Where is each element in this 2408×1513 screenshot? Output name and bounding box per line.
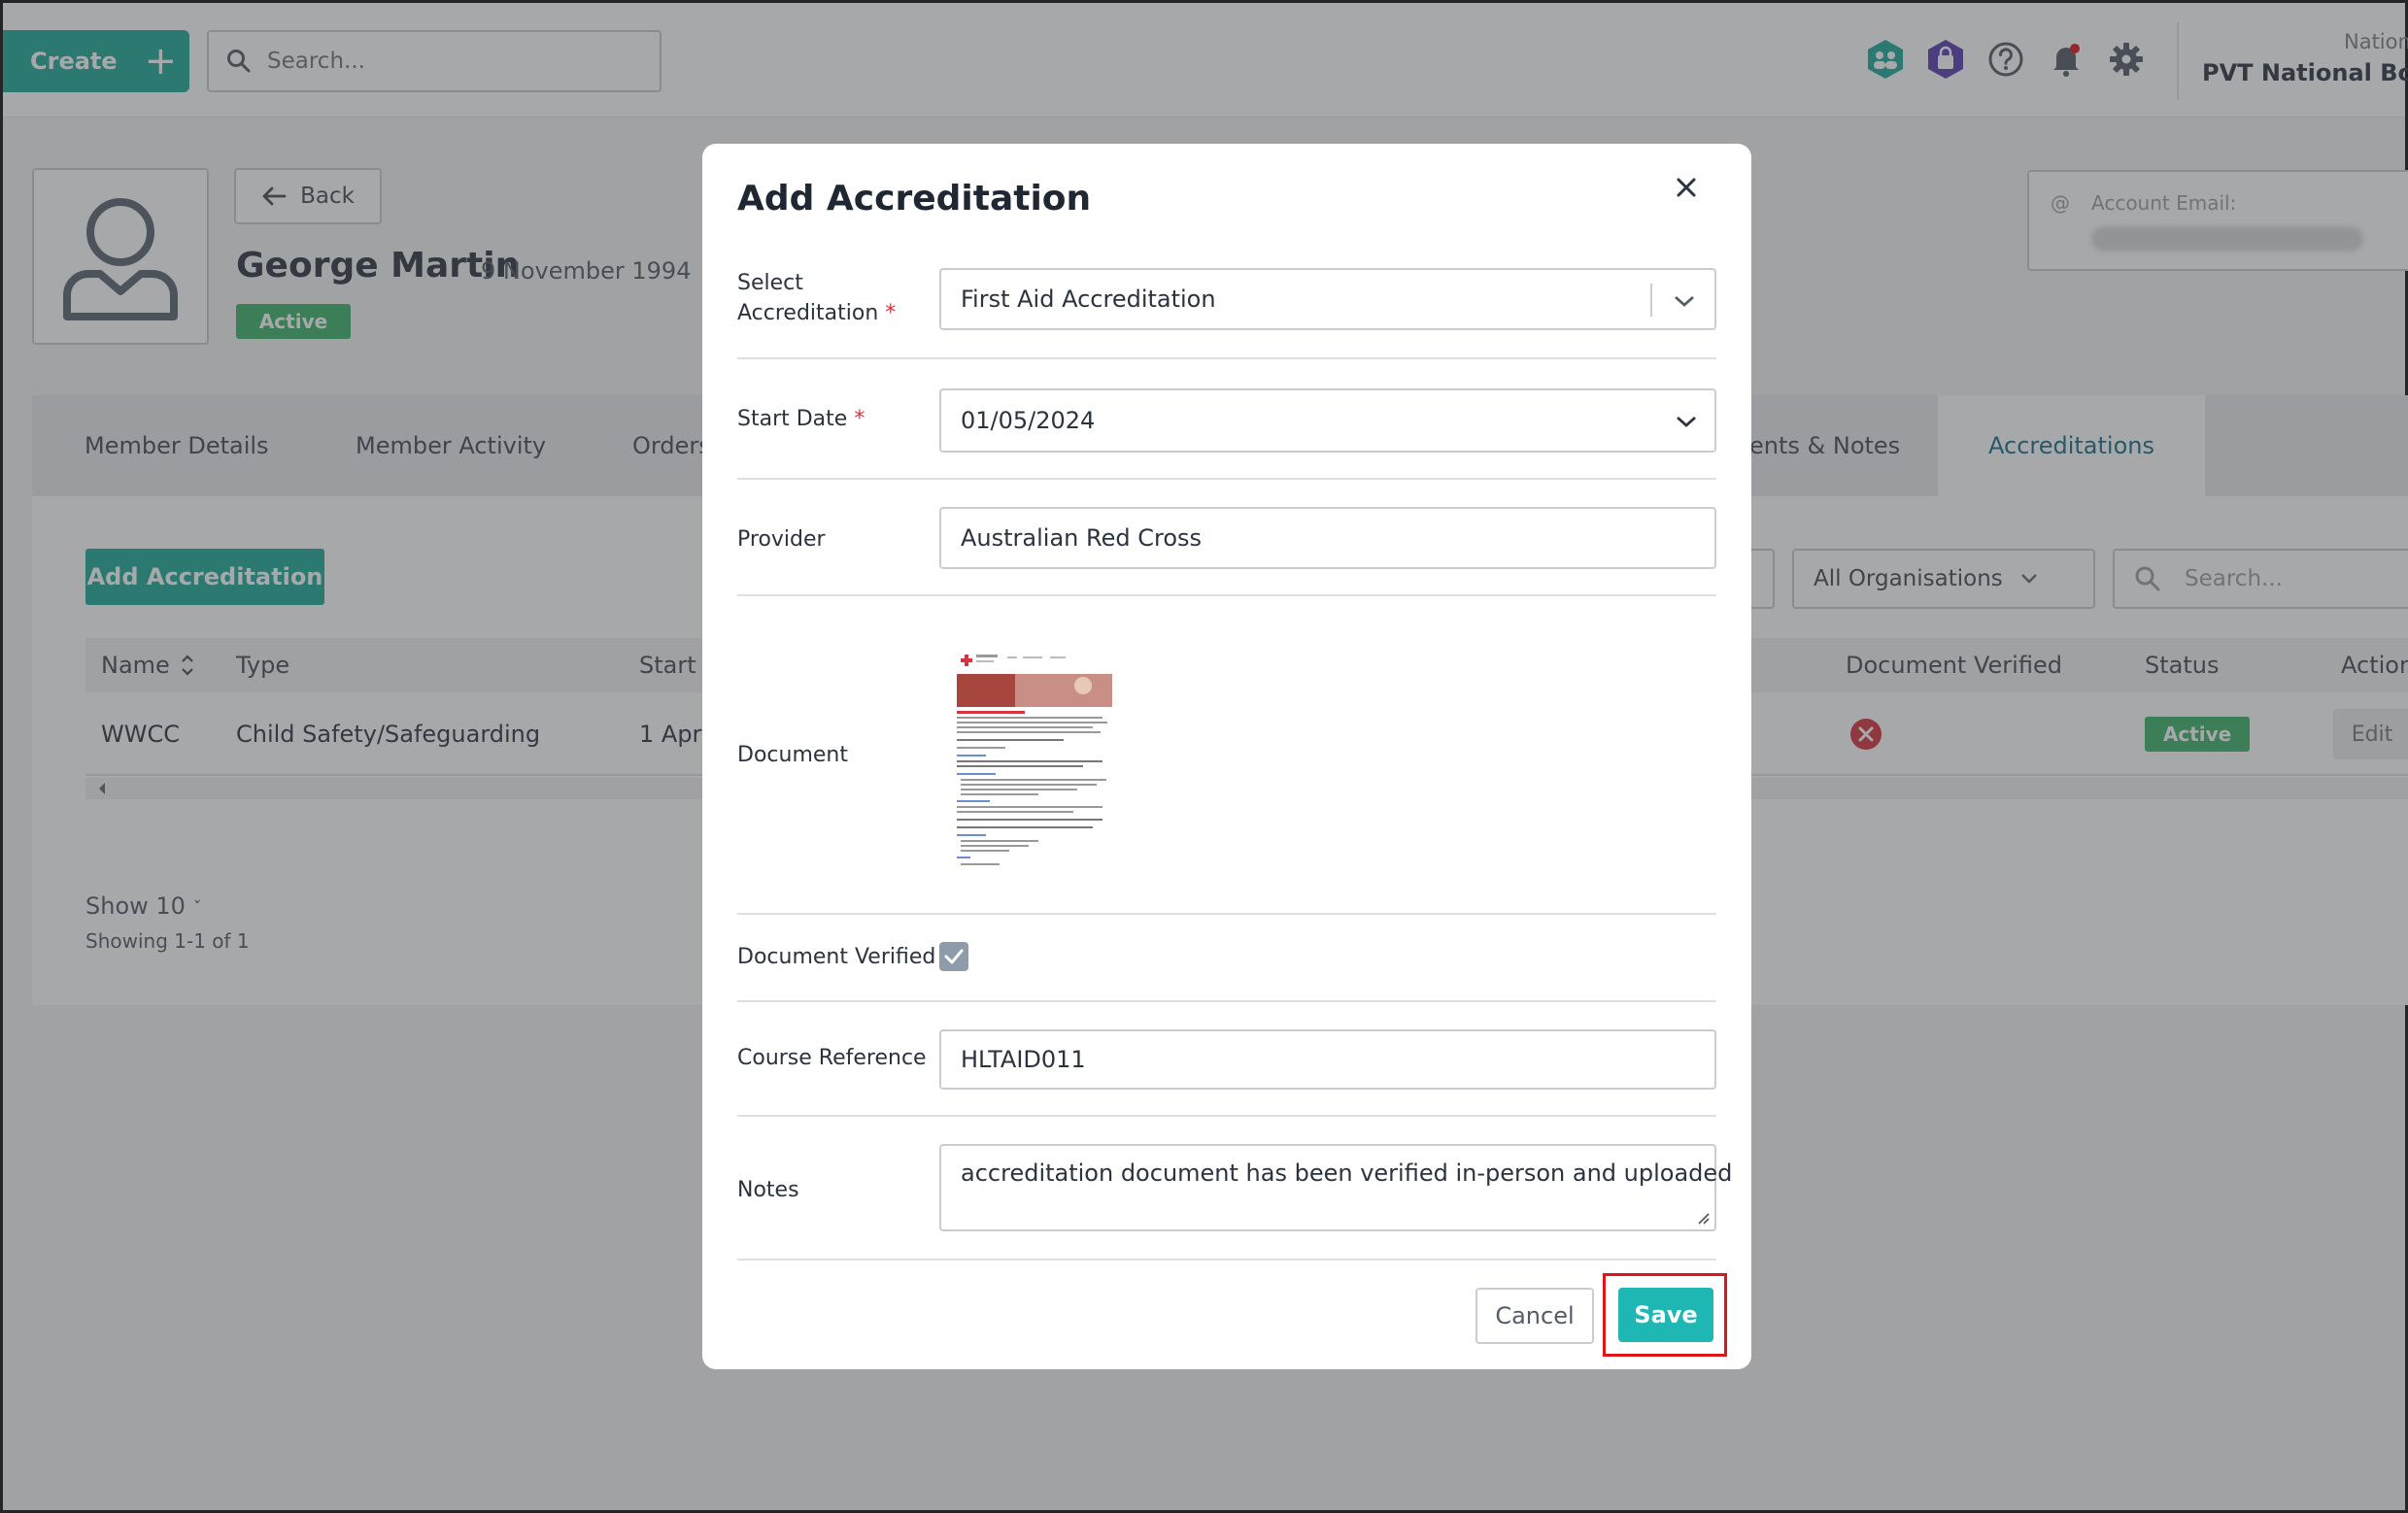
start-date-label: Start Date * [737, 407, 865, 431]
document-thumbnail[interactable] [957, 647, 1112, 872]
document-label: Document [737, 743, 848, 767]
document-verified-label: Document Verified [737, 945, 936, 969]
add-accreditation-modal: Add Accreditation Select Accreditation *… [702, 144, 1751, 1369]
chevron-down-icon [1672, 408, 1701, 435]
start-date-picker[interactable]: 01/05/2024 [939, 388, 1716, 453]
course-reference-label: Course Reference [737, 1046, 927, 1070]
start-date-value: 01/05/2024 [961, 407, 1096, 434]
cancel-button[interactable]: Cancel [1475, 1288, 1594, 1344]
save-button[interactable]: Save [1618, 1288, 1713, 1342]
checkmark-icon [944, 949, 964, 964]
notes-value: accreditation document has been verified… [961, 1160, 1733, 1187]
required-marker: * [854, 407, 865, 431]
course-reference-input-field[interactable] [961, 1046, 1714, 1073]
row-divider [737, 1259, 1716, 1261]
course-reference-input[interactable] [939, 1029, 1716, 1090]
select-accreditation-label: Select Accreditation * [737, 271, 897, 325]
provider-label: Provider [737, 527, 826, 552]
accreditation-select[interactable]: First Aid Accreditation [939, 268, 1716, 330]
chevron-down-icon [1670, 287, 1699, 315]
notes-textarea[interactable]: accreditation document has been verified… [939, 1144, 1732, 1231]
accreditation-select-value: First Aid Accreditation [961, 286, 1216, 313]
provider-input[interactable] [939, 507, 1716, 569]
close-button[interactable] [1662, 163, 1711, 212]
document-verified-checkbox[interactable] [939, 942, 968, 971]
notes-label: Notes [737, 1178, 799, 1202]
row-divider [737, 357, 1716, 359]
select-separator [1650, 284, 1652, 317]
row-divider [737, 478, 1716, 480]
row-divider [737, 1000, 1716, 1002]
row-divider [737, 1115, 1716, 1117]
provider-input-field[interactable] [961, 524, 1714, 552]
close-icon [1677, 178, 1696, 197]
resize-grip-icon[interactable] [1695, 1210, 1711, 1226]
row-divider [737, 594, 1716, 596]
required-marker: * [885, 301, 897, 325]
modal-title: Add Accreditation [737, 179, 1092, 219]
row-divider [737, 913, 1716, 915]
